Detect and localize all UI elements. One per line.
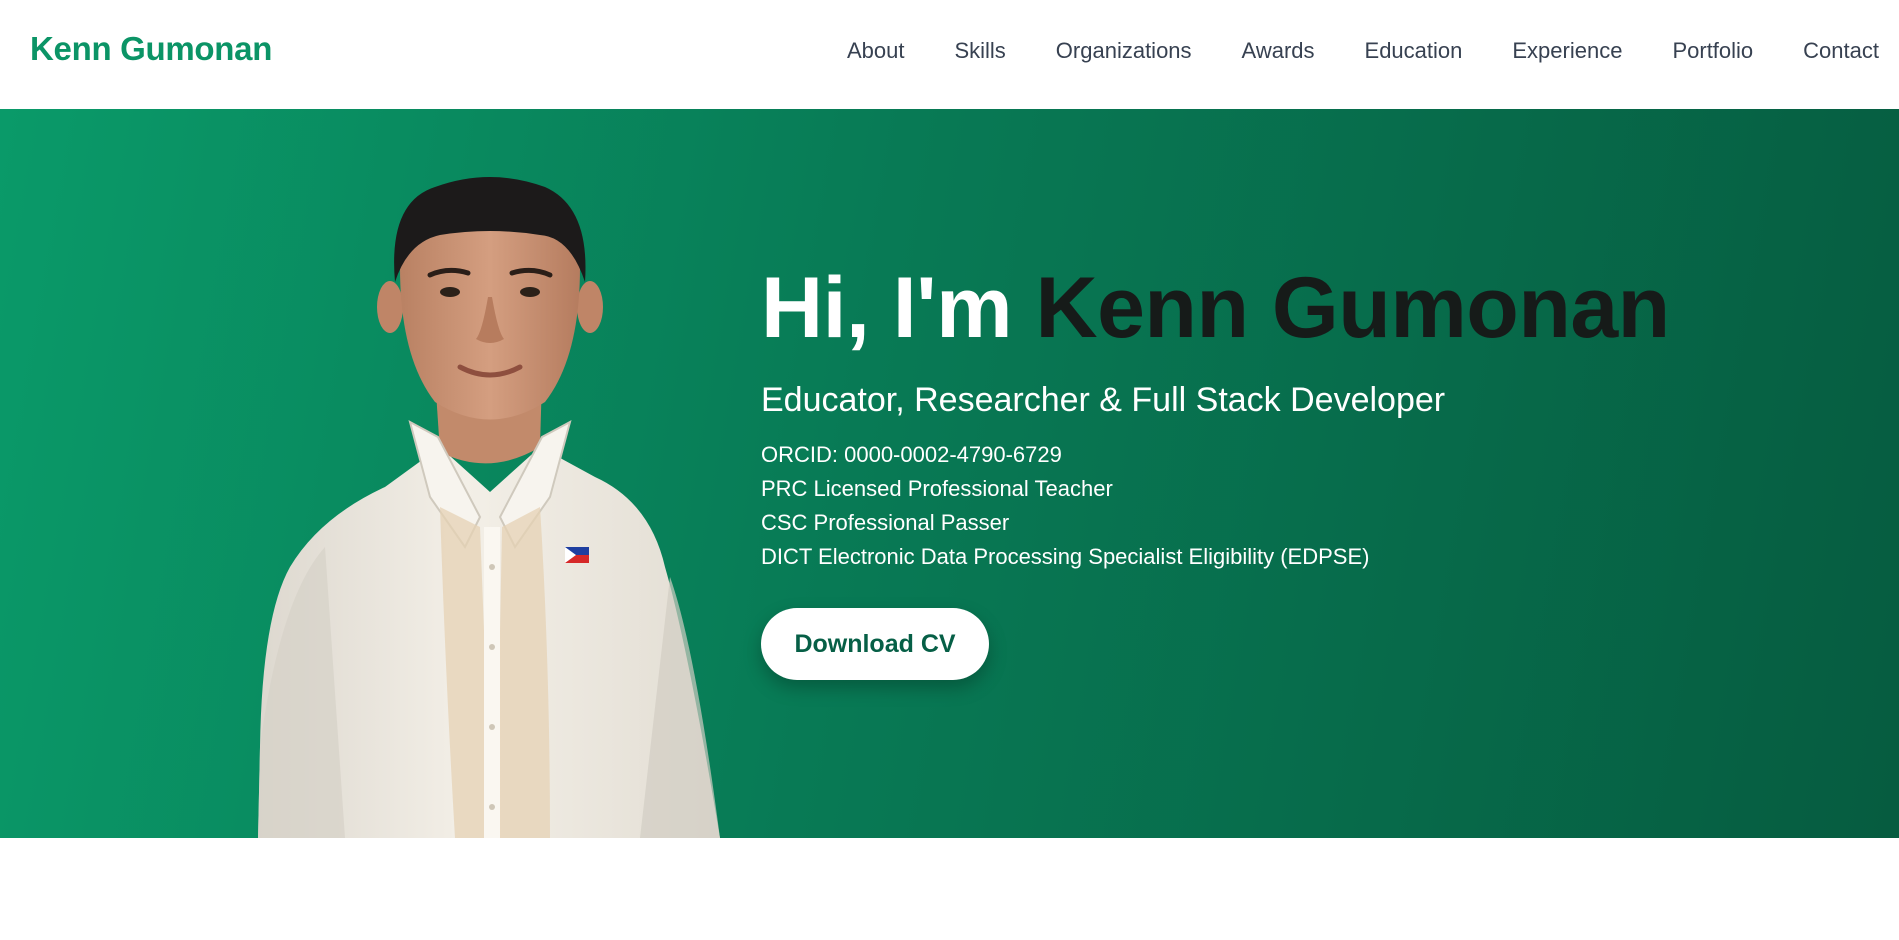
credential-prc: PRC Licensed Professional Teacher (761, 476, 1113, 501)
nav-link-awards[interactable]: Awards (1242, 38, 1315, 64)
greeting-prefix: Hi, I'm (761, 260, 1036, 356)
profile-photo (258, 177, 720, 838)
hero-name: Kenn Gumonan (1035, 260, 1671, 356)
site-header: Kenn Gumonan About Skills Organizations … (0, 0, 1899, 109)
credentials-list: ORCID: 0000-0002-4790-6729 PRC Licensed … (761, 438, 1861, 574)
site-logo[interactable]: Kenn Gumonan (30, 30, 272, 68)
nav-link-skills[interactable]: Skills (954, 38, 1005, 64)
nav-link-about[interactable]: About (847, 38, 905, 64)
nav-link-education[interactable]: Education (1365, 38, 1463, 64)
hero-greeting: Hi, I'm Kenn Gumonan (761, 265, 1861, 351)
hero-section: Hi, I'm Kenn Gumonan Educator, Researche… (0, 109, 1899, 838)
credential-csc: CSC Professional Passer (761, 510, 1010, 535)
credential-orcid: ORCID: 0000-0002-4790-6729 (761, 442, 1062, 467)
main-nav: About Skills Organizations Awards Educat… (847, 38, 1879, 64)
nav-link-portfolio[interactable]: Portfolio (1672, 38, 1753, 64)
credential-dict: DICT Electronic Data Processing Speciali… (761, 544, 1370, 569)
download-cv-button[interactable]: Download CV (761, 608, 989, 680)
nav-link-experience[interactable]: Experience (1512, 38, 1622, 64)
nav-link-contact[interactable]: Contact (1803, 38, 1879, 64)
hero-text: Hi, I'm Kenn Gumonan Educator, Researche… (761, 265, 1861, 574)
hero-subtitle: Educator, Researcher & Full Stack Develo… (761, 381, 1446, 419)
philippine-flag-pin (565, 547, 589, 563)
nav-link-organizations[interactable]: Organizations (1056, 38, 1192, 64)
